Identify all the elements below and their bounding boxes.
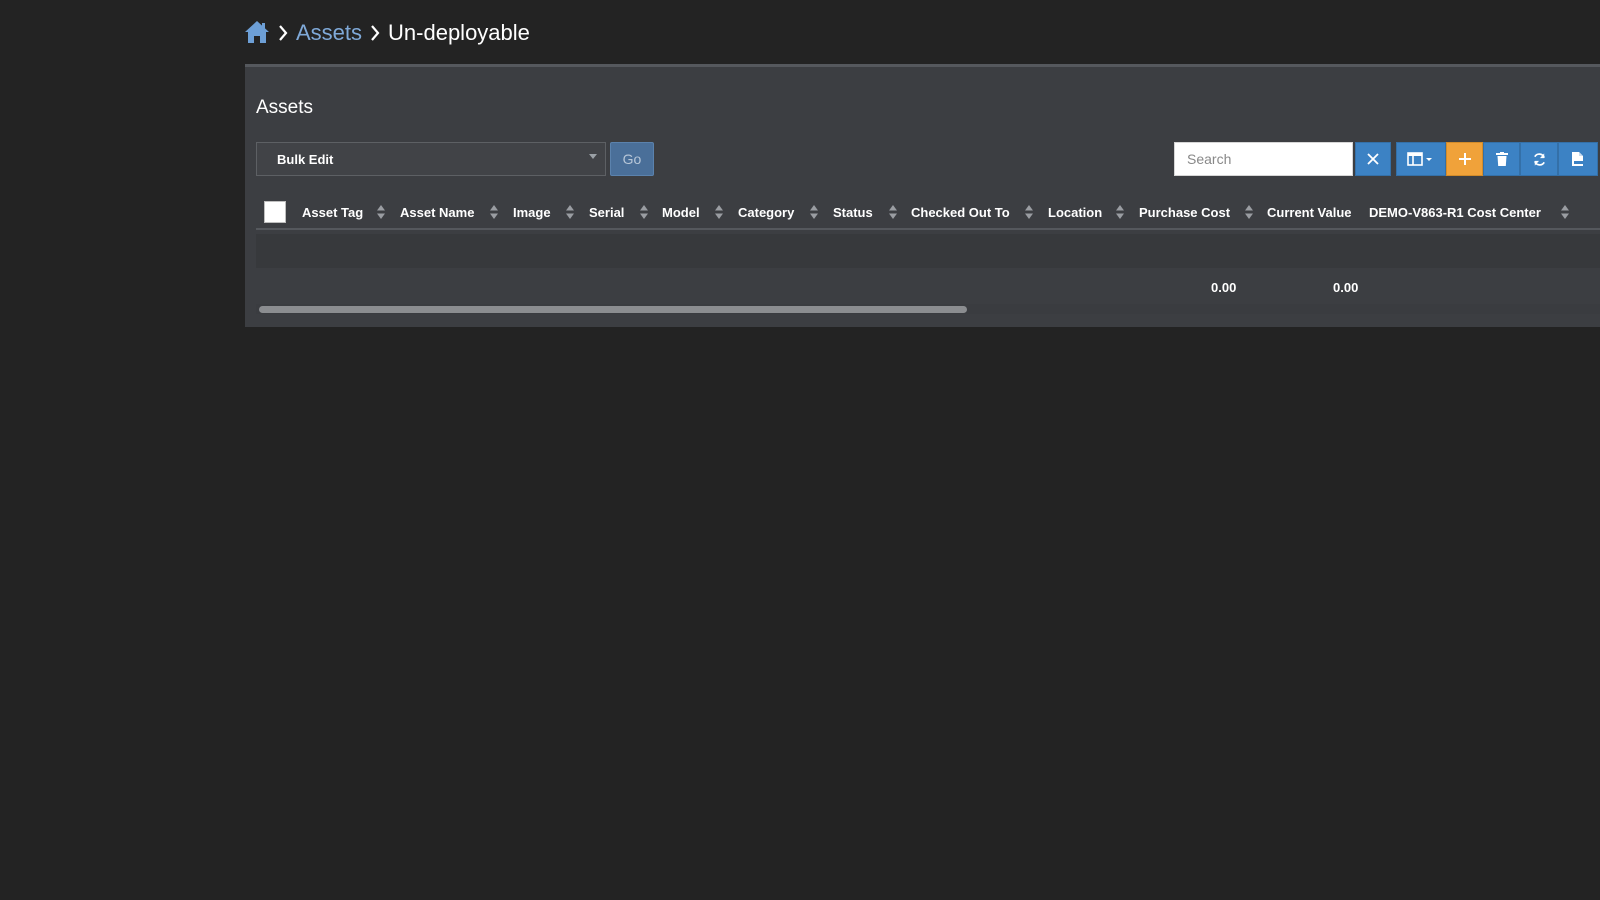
bulk-actions-selected: Bulk Edit [277,151,334,167]
select-all-checkbox[interactable] [264,201,286,223]
chevron-right-icon [277,24,289,42]
breadcrumb-current: Un-deployable [388,20,530,45]
column-header-serial[interactable]: Serial [589,205,624,220]
home-icon[interactable] [244,20,270,46]
assets-panel: Assets Bulk Edit Go Search Asset Tag Ass… [245,64,1600,327]
column-header-purchase-cost[interactable]: Purchase Cost [1139,205,1230,220]
sort-icon[interactable] [565,204,575,220]
table-footer-row: 0.00 0.00 [256,268,1600,302]
column-header-checked-out-to[interactable]: Checked Out To [911,205,1010,220]
current-value-total: 0.00 [1333,280,1359,295]
horizontal-scrollbar[interactable] [256,304,1600,314]
column-header-category[interactable]: Category [738,205,794,220]
sort-icon[interactable] [1024,204,1034,220]
table-empty-row [256,234,1600,268]
export-button[interactable] [1558,142,1598,176]
export-file-icon [1572,152,1583,166]
column-header-image[interactable]: Image [513,205,551,220]
column-header-status[interactable]: Status [833,205,873,220]
columns-toggle-button[interactable] [1396,142,1446,176]
plus-icon [1458,153,1471,165]
refresh-icon [1533,152,1545,166]
trash-icon [1495,152,1508,166]
column-header-location[interactable]: Location [1048,205,1102,220]
sort-icon[interactable] [489,204,499,220]
sort-icon[interactable] [376,204,386,220]
column-header-asset-name[interactable]: Asset Name [400,205,474,220]
column-header-asset-tag[interactable]: Asset Tag [302,205,363,220]
purchase-cost-total: 0.00 [1211,280,1237,295]
columns-icon [1407,152,1432,166]
breadcrumb: Assets Un-deployable [244,16,530,50]
go-button[interactable]: Go [610,142,654,176]
search-input[interactable] [1174,142,1353,176]
column-header-model[interactable]: Model [662,205,700,220]
sort-icon[interactable] [639,204,649,220]
bulk-actions-select[interactable]: Bulk Edit [256,142,606,176]
chevron-right-icon [369,24,381,42]
sort-icon[interactable] [714,204,724,220]
clear-search-button[interactable] [1355,142,1391,176]
column-header-current-value[interactable]: Current Value [1267,205,1352,220]
panel-title: Assets [256,97,314,118]
table-header: Asset Tag Asset Name Image Serial Model Categ… [256,192,1600,230]
sort-icon[interactable] [1560,204,1570,220]
refresh-button[interactable] [1520,142,1558,176]
close-icon [1367,153,1379,165]
column-header-cost-center[interactable]: DEMO-V863-R1 Cost Center [1369,205,1541,220]
sort-icon[interactable] [1115,204,1125,220]
sort-icon[interactable] [1244,204,1254,220]
add-asset-button[interactable] [1446,142,1483,176]
delete-button[interactable] [1483,142,1520,176]
sort-icon[interactable] [809,204,819,220]
caret-down-icon [589,154,597,159]
breadcrumb-assets-link[interactable]: Assets [296,20,362,46]
sort-icon[interactable] [888,204,898,220]
scrollbar-thumb[interactable] [259,306,967,313]
